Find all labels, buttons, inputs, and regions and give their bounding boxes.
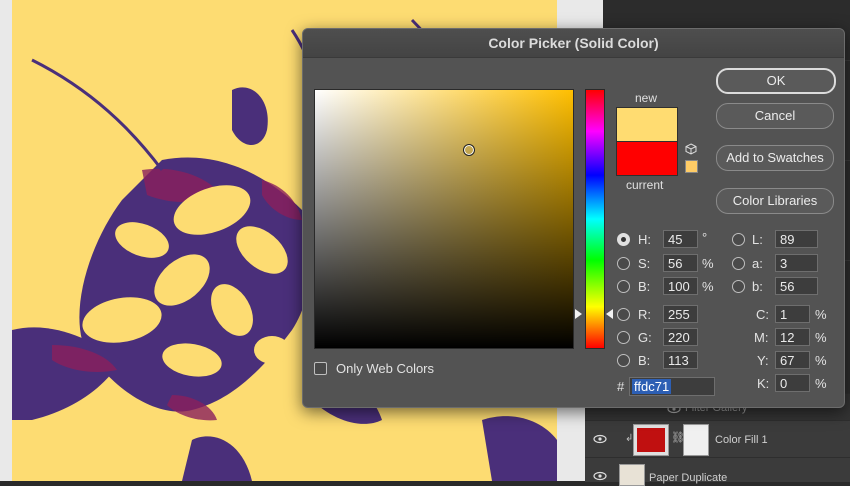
saturation-field[interactable]: 56 [663,254,698,272]
current-color-swatch[interactable] [616,141,678,176]
red-label: R: [638,307,651,322]
radio-a[interactable] [732,257,745,270]
a-field[interactable]: 3 [775,254,818,272]
saturation-brightness-field[interactable] [314,89,574,349]
percent-unit: % [702,256,714,271]
layer-row-paper-duplicate[interactable]: Paper Duplicate [585,457,850,486]
yellow-label: Y: [757,353,769,368]
radio-green[interactable] [617,331,630,344]
color-libraries-button[interactable]: Color Libraries [716,188,834,214]
a-label: a: [752,256,763,271]
green-label: G: [638,330,652,345]
color-picker-dialog: Color Picker (Solid Color) new current O… [302,28,845,408]
magenta-field[interactable]: 12 [775,328,810,346]
percent-unit: % [815,330,827,345]
brightness-field[interactable]: 100 [663,277,698,295]
red-field[interactable]: 255 [663,305,698,323]
percent-unit: % [815,353,827,368]
cyan-label: C: [756,307,769,322]
only-web-colors-label[interactable]: Only Web Colors [336,361,434,376]
b-lab-field[interactable]: 56 [775,277,818,295]
new-color-swatch [616,107,678,142]
percent-unit: % [815,307,827,322]
hex-label: # [617,379,625,394]
hue-label: H: [638,232,651,247]
only-web-colors-checkbox[interactable] [314,362,327,375]
cube-icon[interactable] [685,143,697,155]
dialog-title[interactable]: Color Picker (Solid Color) [303,29,844,58]
web-safe-swatch[interactable] [685,160,698,173]
yellow-field[interactable]: 67 [775,351,810,369]
radio-saturation[interactable] [617,257,630,270]
layer-name: Color Fill 1 [715,434,768,446]
radio-red[interactable] [617,308,630,321]
radio-hue[interactable] [617,233,630,246]
eye-icon[interactable] [593,434,607,444]
black-field[interactable]: 0 [775,374,810,392]
cancel-button[interactable]: Cancel [716,103,834,129]
hue-field[interactable]: 45 [663,230,698,248]
b-lab-label: b: [752,279,763,294]
brightness-label: B: [638,279,651,294]
lightness-label: L: [752,232,763,247]
eye-icon[interactable] [593,471,607,481]
radio-lightness[interactable] [732,233,745,246]
radio-b-lab[interactable] [732,280,745,293]
magenta-label: M: [754,330,769,345]
green-field[interactable]: 220 [663,328,698,346]
layer-name: Paper Duplicate [649,472,728,484]
black-label: K: [757,376,770,391]
new-color-label: new [635,91,658,105]
percent-unit: % [702,279,714,294]
radio-brightness[interactable] [617,280,630,293]
fill-thumbnail[interactable] [633,424,669,456]
hex-input[interactable]: ffdc71 [629,377,715,396]
color-field-marker[interactable] [463,144,475,156]
add-to-swatches-button[interactable]: Add to Swatches [716,145,834,171]
percent-unit: % [815,376,827,391]
layer-row-color-fill[interactable]: ↲ ⛓ Color Fill 1 [585,420,850,457]
saturation-label: S: [638,256,651,271]
hue-slider-handle-right[interactable] [606,309,613,319]
radio-blue[interactable] [617,354,630,367]
cyan-field[interactable]: 1 [775,305,810,323]
degree-unit: ° [702,230,708,245]
hue-slider[interactable] [585,89,605,349]
blue-label: B: [638,353,651,368]
lightness-field[interactable]: 89 [775,230,818,248]
hex-value[interactable]: ffdc71 [632,379,672,394]
current-color-label: current [626,178,664,192]
ok-button[interactable]: OK [716,68,836,94]
layer-thumbnail[interactable] [619,464,645,486]
blue-field[interactable]: 113 [663,351,698,369]
mask-thumbnail[interactable] [683,424,709,456]
hue-slider-handle-left[interactable] [575,309,582,319]
